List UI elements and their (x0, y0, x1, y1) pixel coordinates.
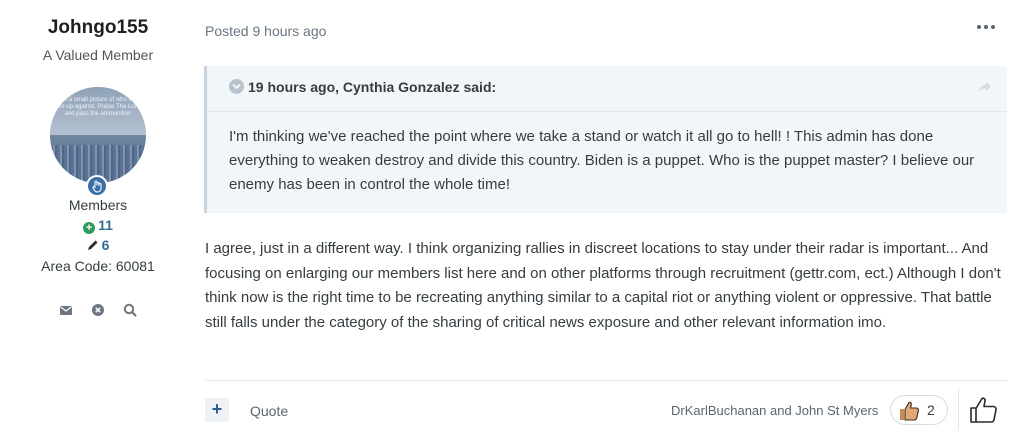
reputation-count: +11 (0, 217, 196, 234)
avatar-container[interactable]: Just a small picture of who they are up … (50, 87, 146, 197)
member-badge-icon (86, 175, 108, 197)
pencil-icon (87, 240, 98, 250)
search-icon[interactable] (122, 302, 138, 318)
multiquote-button[interactable]: + (205, 398, 229, 422)
member-group: Members (68, 197, 128, 213)
quote-content: I'm thinking we've reached the point whe… (229, 128, 975, 193)
quote-divider (207, 111, 1007, 112)
author-actions (58, 302, 138, 318)
thumbs-up-icon[interactable] (968, 394, 1000, 426)
envelope-icon[interactable] (58, 302, 74, 318)
quote-button[interactable]: Quote (250, 403, 288, 419)
quoted-post: 19 hours ago, Cynthia Gonzalez said: I'm… (204, 66, 1007, 213)
post-count: 6 (0, 237, 196, 253)
post-content: I agree, just in a different way. I thin… (205, 240, 1001, 331)
footer-vertical-divider (958, 388, 959, 430)
reputation-value: 11 (98, 217, 113, 233)
post-count-value: 6 (101, 237, 110, 253)
reaction-count-button[interactable]: 2 (890, 395, 948, 425)
reaction-users[interactable]: DrKarlBuchanan and John St Myers (671, 403, 878, 418)
quote-author-line: 19 hours ago, Cynthia Gonzalez said: (248, 79, 497, 95)
post-timestamp[interactable]: Posted 9 hours ago (205, 23, 326, 39)
plus-circle-icon: + (83, 222, 96, 234)
author-rank: A Valued Member (42, 47, 154, 63)
footer-divider (205, 380, 1007, 381)
share-arrow-icon[interactable] (977, 80, 993, 94)
avatar-caption: Just a small picture of who they are up … (56, 97, 140, 117)
author-panel: Johngo155 A Valued Member Just a small p… (0, 0, 196, 439)
close-circle-icon[interactable] (90, 302, 106, 318)
more-options-icon[interactable] (975, 21, 997, 33)
avatar[interactable]: Just a small picture of who they are up … (50, 87, 146, 183)
reaction-count: 2 (927, 402, 935, 418)
author-name[interactable]: Johngo155 (0, 17, 196, 39)
area-code: Area Code: 60081 (41, 258, 155, 274)
chevron-down-icon[interactable] (229, 79, 244, 94)
thumbs-up-reaction-icon (897, 399, 921, 423)
quote-header[interactable]: 19 hours ago, Cynthia Gonzalez said: (229, 79, 496, 95)
